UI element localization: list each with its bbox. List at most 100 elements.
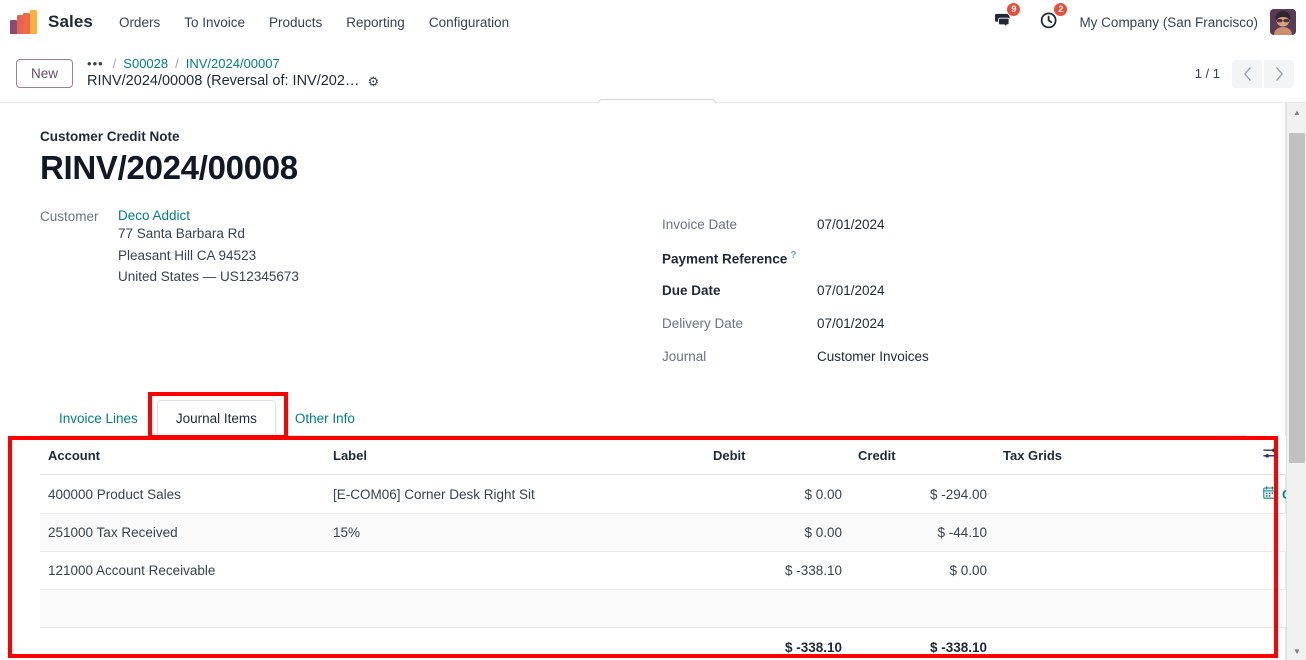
cell-account[interactable]: 400000 Product Sales bbox=[40, 474, 325, 515]
gear-icon[interactable]: ⚙ bbox=[367, 73, 379, 91]
new-button[interactable]: New bbox=[16, 59, 74, 88]
table-row[interactable]: 400000 Product Sales [E-COM06] Corner De… bbox=[40, 474, 1286, 515]
form-sheet: Customer Credit Note RINV/2024/00008 Cus… bbox=[0, 103, 1286, 660]
cell-empty[interactable] bbox=[850, 589, 995, 629]
customer-name-link[interactable]: Deco Addict bbox=[118, 208, 299, 223]
cell-tag[interactable] bbox=[1255, 513, 1286, 553]
totals-spacer-tax bbox=[995, 628, 1255, 660]
cell-tag[interactable]: Cut-Off bbox=[1255, 474, 1286, 515]
field-due-date: Due Date 07/01/2024 bbox=[662, 274, 1200, 307]
breadcrumb-link-invoice[interactable]: INV/2024/00007 bbox=[186, 55, 280, 73]
table-row[interactable]: 121000 Account Receivable $ -338.10 $ 0.… bbox=[40, 551, 1286, 591]
scroll-down-button[interactable]: ▼ bbox=[1287, 642, 1306, 660]
breadcrumb-separator-1: / bbox=[112, 55, 117, 71]
chevron-right-icon bbox=[1275, 66, 1283, 81]
scroll-up-button[interactable]: ▲ bbox=[1287, 103, 1306, 121]
payment-reference-label-text: Payment Reference bbox=[662, 251, 788, 267]
cell-label[interactable]: [E-COM06] Corner Desk Right Sit bbox=[325, 474, 705, 515]
breadcrumb-current-label: RINV/2024/00008 (Reversal of: INV/202… bbox=[87, 73, 360, 90]
tab-other-info[interactable]: Other Info bbox=[276, 400, 374, 436]
journal-value[interactable]: Customer Invoices bbox=[817, 349, 929, 364]
cell-tax-grids[interactable] bbox=[995, 551, 1255, 591]
due-date-label: Due Date bbox=[662, 283, 721, 299]
payment-reference-label: Payment Reference? bbox=[662, 250, 817, 267]
pager-count[interactable]: 1 / 1 bbox=[1195, 66, 1220, 81]
activities-button[interactable]: 2 bbox=[1026, 2, 1073, 35]
field-journal: Journal Customer Invoices bbox=[662, 340, 1200, 373]
cell-credit[interactable]: $ -294.00 bbox=[850, 474, 995, 515]
column-header-tax-grids[interactable]: Tax Grids bbox=[995, 436, 1255, 476]
menu-item-configuration[interactable]: Configuration bbox=[417, 9, 521, 36]
column-header-credit[interactable]: Credit bbox=[850, 436, 995, 476]
user-avatar-icon bbox=[1270, 9, 1296, 35]
delivery-date-label: Delivery Date bbox=[662, 316, 744, 332]
journal-items-table-head: Account Label Debit Credit Tax Grids bbox=[40, 436, 1286, 476]
invoice-date-value[interactable]: 07/01/2024 bbox=[817, 217, 885, 232]
cell-label[interactable] bbox=[325, 551, 705, 591]
cell-tag[interactable] bbox=[1255, 551, 1286, 591]
cell-tax-grids[interactable] bbox=[995, 474, 1255, 515]
cell-empty[interactable] bbox=[325, 589, 705, 629]
menu-item-reporting[interactable]: Reporting bbox=[334, 9, 417, 36]
table-totals-row: $ -338.10 $ -338.10 bbox=[40, 628, 1286, 660]
company-switcher[interactable]: My Company (San Francisco) bbox=[1079, 15, 1258, 30]
breadcrumb-top: ••• / S00028 / INV/2024/00007 bbox=[87, 55, 379, 73]
cell-debit[interactable]: $ 0.00 bbox=[705, 474, 850, 515]
breadcrumb-link-s00028[interactable]: S00028 bbox=[123, 55, 168, 73]
form-column-right: Invoice Date 07/01/2024 Payment Referenc… bbox=[640, 208, 1200, 373]
pager-previous-button[interactable] bbox=[1232, 59, 1262, 88]
notebook: Invoice Lines Journal Items Other Info A… bbox=[40, 399, 1286, 660]
menu-item-products[interactable]: Products bbox=[257, 9, 334, 36]
scrollbar-thumb[interactable] bbox=[1289, 133, 1305, 463]
app-name[interactable]: Sales bbox=[48, 12, 93, 32]
cell-debit[interactable]: $ -338.10 bbox=[705, 551, 850, 591]
cell-account[interactable]: 251000 Tax Received bbox=[40, 513, 325, 553]
breadcrumb-overflow-button[interactable]: ••• bbox=[87, 55, 106, 73]
cell-empty[interactable] bbox=[1255, 589, 1286, 629]
breadcrumb-separator-2: / bbox=[175, 55, 179, 71]
notebook-tabs: Invoice Lines Journal Items Other Info bbox=[40, 399, 1246, 437]
pager-next-button[interactable] bbox=[1264, 59, 1294, 88]
cell-empty[interactable] bbox=[705, 589, 850, 629]
column-header-label[interactable]: Label bbox=[325, 436, 705, 476]
table-empty-row[interactable] bbox=[40, 589, 1286, 629]
totals-debit: $ -338.10 bbox=[784, 640, 842, 656]
field-delivery-date: Delivery Date 07/01/2024 bbox=[662, 307, 1200, 340]
customer-field: Customer Deco Addict 77 Santa Barbara Rd… bbox=[40, 208, 640, 288]
totals-spacer-label bbox=[325, 628, 705, 660]
column-header-debit[interactable]: Debit bbox=[705, 436, 850, 476]
avatar[interactable] bbox=[1270, 9, 1296, 35]
cell-account[interactable]: 121000 Account Receivable bbox=[40, 551, 325, 591]
tag-cut-off[interactable]: Cut-Off bbox=[1263, 486, 1286, 502]
help-icon[interactable]: ? bbox=[790, 250, 796, 261]
cell-credit[interactable]: $ -44.10 bbox=[850, 513, 995, 553]
column-header-account[interactable]: Account bbox=[40, 436, 325, 476]
vertical-scrollbar[interactable]: ▲ ▼ bbox=[1286, 103, 1306, 660]
cell-tax-grids[interactable] bbox=[995, 513, 1255, 553]
tab-journal-items[interactable]: Journal Items bbox=[156, 400, 276, 437]
optional-columns-button[interactable] bbox=[1255, 436, 1286, 476]
top-navbar: Sales Orders To Invoice Products Reporti… bbox=[0, 0, 1306, 45]
cell-debit[interactable]: $ 0.00 bbox=[705, 513, 850, 553]
cell-empty[interactable] bbox=[995, 589, 1255, 629]
delivery-date-value[interactable]: 07/01/2024 bbox=[817, 316, 885, 331]
messages-badge: 9 bbox=[1006, 2, 1022, 17]
cell-credit[interactable]: $ 0.00 bbox=[850, 551, 995, 591]
messages-button[interactable]: 9 bbox=[979, 2, 1026, 35]
field-payment-reference: Payment Reference? bbox=[662, 241, 1200, 274]
address-line-3: United States — US12345673 bbox=[118, 269, 299, 285]
menu-item-orders[interactable]: Orders bbox=[107, 9, 172, 36]
breadcrumb: ••• / S00028 / INV/2024/00007 RINV/2024/… bbox=[87, 55, 379, 92]
form-column-left: Customer Deco Addict 77 Santa Barbara Rd… bbox=[40, 208, 640, 373]
table-header-row: Account Label Debit Credit Tax Grids bbox=[40, 436, 1286, 476]
table-row[interactable]: 251000 Tax Received 15% $ 0.00 $ -44.10 bbox=[40, 513, 1286, 553]
due-date-value[interactable]: 07/01/2024 bbox=[817, 283, 885, 298]
tab-invoice-lines[interactable]: Invoice Lines bbox=[40, 400, 157, 436]
address-line-1: 77 Santa Barbara Rd bbox=[118, 226, 245, 242]
cell-empty[interactable] bbox=[40, 589, 325, 629]
page-title: RINV/2024/00008 bbox=[40, 149, 298, 186]
totals-spacer-account bbox=[40, 628, 325, 660]
menu-item-to-invoice[interactable]: To Invoice bbox=[172, 9, 257, 36]
odoo-bars-logo[interactable] bbox=[10, 10, 38, 34]
cell-label[interactable]: 15% bbox=[325, 513, 705, 553]
